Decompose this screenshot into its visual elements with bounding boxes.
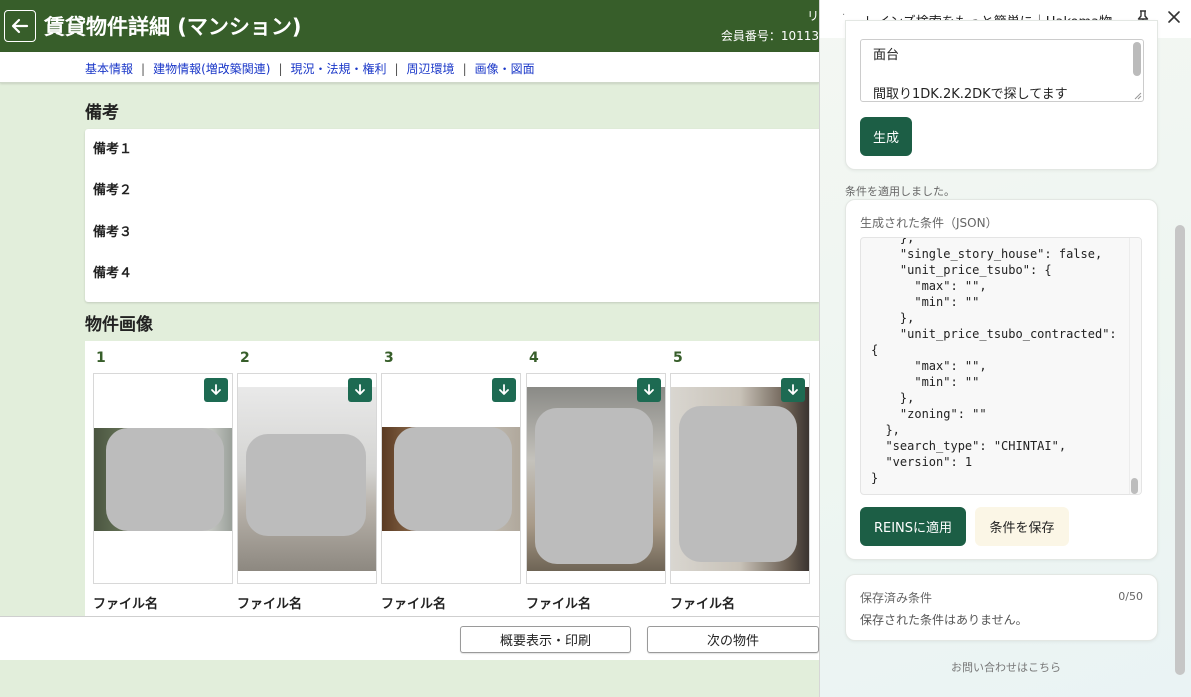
nav-images-plans[interactable]: 画像・図面 xyxy=(475,62,535,76)
download-button[interactable] xyxy=(781,378,805,402)
nav-separator: | xyxy=(141,62,146,76)
condition-prompt-input[interactable]: 面台 間取り1DK.2K.2DKで探してます xyxy=(860,39,1144,102)
next-property-button[interactable]: 次の物件 xyxy=(647,626,819,653)
property-images-panel: 1 ファイル名 2 ファイル名 3 ファイル名 4 ファイル名 5 ファイル名 xyxy=(85,341,819,616)
remark-3-label: 備考３ xyxy=(93,225,133,240)
close-icon[interactable] xyxy=(1167,10,1181,24)
download-button[interactable] xyxy=(492,378,516,402)
saved-empty-message: 保存された条件はありません。 xyxy=(860,613,1028,627)
file-name-label: ファイル名 xyxy=(93,597,159,612)
download-button[interactable] xyxy=(637,378,661,402)
member-number: 会員番号：10113 xyxy=(720,29,819,43)
download-arrow-icon xyxy=(788,384,798,395)
bottom-action-bar: 概要表示・印刷 次の物件 xyxy=(0,616,819,660)
image-card: 1 ファイル名 xyxy=(93,341,233,616)
summary-print-button[interactable]: 概要表示・印刷 xyxy=(460,626,631,653)
back-button[interactable] xyxy=(4,10,36,42)
json-label: 生成された条件（JSON） xyxy=(860,216,998,230)
generate-button[interactable]: 生成 xyxy=(860,117,912,156)
image-card: 3 ファイル名 xyxy=(381,341,521,616)
side-panel-scrollbar[interactable] xyxy=(1175,225,1185,675)
extension-side-panel: · レインズ検索をもっと簡単に｜Hakoma物... 面台 間取り1DK.2K.… xyxy=(819,0,1191,697)
textarea-scrollbar[interactable] xyxy=(1133,42,1141,76)
redaction-block xyxy=(679,406,797,562)
remark-2-label: 備考２ xyxy=(93,183,133,198)
saved-count: 0/50 xyxy=(1118,590,1143,603)
header-bar: 賃貸物件詳細 (マンション) リ 会員番号：10113 xyxy=(0,0,819,52)
save-condition-button[interactable]: 条件を保存 xyxy=(975,507,1069,546)
arrow-left-icon xyxy=(11,18,29,34)
prompt-card: 面台 間取り1DK.2K.2DKで探してます 生成 xyxy=(845,20,1158,170)
image-card: 5 ファイル名 xyxy=(670,341,810,616)
contact-link[interactable]: お問い合わせはこちら xyxy=(820,659,1191,675)
applied-status-message: 条件を適用しました。 xyxy=(845,185,955,198)
download-arrow-icon xyxy=(211,384,221,395)
image-number: 5 xyxy=(673,350,683,366)
nav-building-info[interactable]: 建物情報(増改築関連) xyxy=(153,62,270,76)
nav-basic-info[interactable]: 基本情報 xyxy=(85,62,133,76)
file-name-label: ファイル名 xyxy=(381,597,447,612)
remarks-panel: 備考１ 備考２ 備考３ 備考４ xyxy=(85,129,819,302)
saved-conditions-label: 保存済み条件 xyxy=(860,591,933,605)
nav-separator: | xyxy=(278,62,283,76)
redaction-block xyxy=(246,434,366,536)
apply-to-reins-button[interactable]: REINSに適用 xyxy=(860,507,966,546)
image-card: 2 ファイル名 xyxy=(237,341,377,616)
json-scrollbar-thumb[interactable] xyxy=(1131,478,1138,494)
member-line-1: リ xyxy=(806,9,819,23)
member-info: リ 会員番号：10113 xyxy=(721,6,819,46)
download-arrow-icon xyxy=(355,384,365,395)
json-output[interactable]: }, "single_story_house": false, "unit_pr… xyxy=(860,237,1142,495)
remark-1-label: 備考１ xyxy=(93,142,133,157)
download-arrow-icon xyxy=(644,384,654,395)
redaction-block xyxy=(106,428,224,531)
main-page: 賃貸物件詳細 (マンション) リ 会員番号：10113 基本情報 | 建物情報(増改… xyxy=(0,0,819,697)
file-name-label: ファイル名 xyxy=(526,597,592,612)
section-nav: 基本情報 | 建物情報(増改築関連) | 現況・法規・権利 | 周辺環境 | 画像・図面 xyxy=(0,52,819,83)
remark-4-label: 備考４ xyxy=(93,266,133,281)
image-thumbnail[interactable] xyxy=(381,373,521,584)
resize-grip-icon[interactable] xyxy=(1133,91,1142,100)
image-number: 3 xyxy=(384,350,394,366)
image-thumbnail[interactable] xyxy=(526,373,666,584)
nav-separator: | xyxy=(462,62,467,76)
image-number: 4 xyxy=(529,350,539,366)
file-name-label: ファイル名 xyxy=(237,597,303,612)
json-code: }, "single_story_house": false, "unit_pr… xyxy=(871,237,1117,485)
nav-surroundings[interactable]: 周辺環境 xyxy=(407,62,455,76)
download-button[interactable] xyxy=(348,378,372,402)
json-scrollbar[interactable] xyxy=(1129,238,1141,494)
image-thumbnail[interactable] xyxy=(237,373,377,584)
download-button[interactable] xyxy=(204,378,228,402)
nav-separator: | xyxy=(394,62,399,76)
prompt-text-line: 間取り1DK.2K.2DKで探してます xyxy=(873,87,1068,102)
image-number: 2 xyxy=(240,350,250,366)
image-thumbnail[interactable] xyxy=(670,373,810,584)
image-thumbnail[interactable] xyxy=(93,373,233,584)
page-title: 賃貸物件詳細 (マンション) xyxy=(44,15,302,39)
download-arrow-icon xyxy=(499,384,509,395)
image-number: 1 xyxy=(96,350,106,366)
redaction-block xyxy=(394,427,512,531)
file-name-label: ファイル名 xyxy=(670,597,736,612)
redaction-block xyxy=(535,408,653,564)
remarks-heading: 備考 xyxy=(85,103,119,123)
nav-status-rights[interactable]: 現況・法規・権利 xyxy=(290,62,386,76)
json-result-card: 生成された条件（JSON） }, "single_story_house": f… xyxy=(845,199,1158,560)
saved-conditions-card: 保存済み条件 0/50 保存された条件はありません。 xyxy=(845,574,1158,641)
images-heading: 物件画像 xyxy=(85,315,153,335)
prompt-text-line: 面台 xyxy=(873,48,900,63)
image-card: 4 ファイル名 xyxy=(526,341,666,616)
